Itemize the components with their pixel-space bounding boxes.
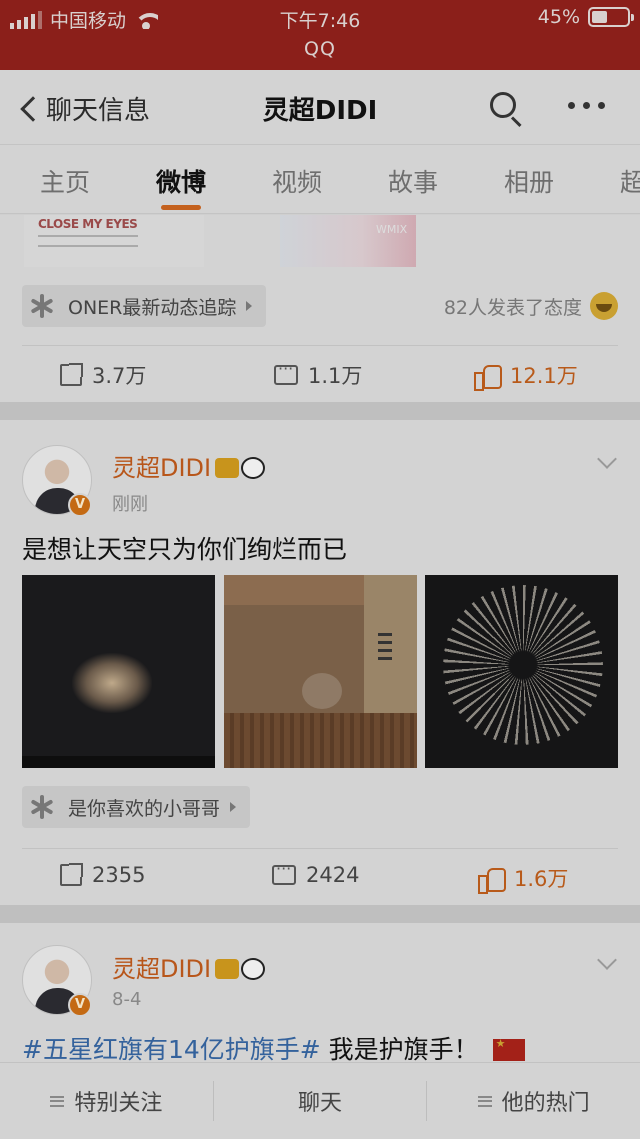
- china-flag-icon: [492, 1037, 525, 1061]
- post-card: V 灵超DIDI 刚刚 是想让天空只为你们绚烂而已 是你喜欢的小哥哥 2355 …: [0, 420, 640, 905]
- chevron-down-icon[interactable]: [597, 449, 617, 469]
- post-image[interactable]: [224, 575, 417, 768]
- like-button[interactable]: 12.1万: [474, 360, 578, 391]
- attitude-count[interactable]: 82人发表了态度: [444, 292, 618, 320]
- tab-weibo[interactable]: 微博: [156, 163, 206, 199]
- menu-icon: [477, 1095, 492, 1107]
- tab-home[interactable]: 主页: [40, 163, 90, 199]
- panda-icon: [241, 457, 266, 479]
- topic-tag[interactable]: 是你喜欢的小哥哥: [22, 786, 251, 828]
- special-follow-button[interactable]: 特别关注: [0, 1081, 214, 1121]
- verified-badge: V: [68, 993, 92, 1017]
- comment-icon: [274, 359, 298, 385]
- laughing-emoji-icon: [590, 292, 618, 320]
- page-title: 灵超DIDI: [262, 96, 378, 126]
- chat-button[interactable]: 聊天: [214, 1081, 428, 1121]
- share-icon: [60, 363, 83, 386]
- caret-right-icon: [246, 301, 253, 311]
- comment-icon: [272, 859, 296, 885]
- panda-icon: [241, 958, 266, 980]
- verified-badge: V: [68, 493, 92, 517]
- nav-bar: 聊天信息 灵超DIDI: [0, 70, 640, 144]
- menu-icon: [50, 1095, 65, 1107]
- status-bar: 中国移动 下午7:46 45% QQ: [0, 0, 640, 70]
- tab-story[interactable]: 故事: [388, 163, 438, 199]
- post-time: 8-4: [112, 989, 142, 1010]
- app-label: QQ: [304, 38, 336, 60]
- like-button[interactable]: 1.6万: [478, 863, 568, 894]
- post-image[interactable]: [425, 575, 618, 768]
- sparkle-icon: [30, 795, 54, 819]
- share-button[interactable]: 3.7万: [60, 360, 146, 390]
- post-author[interactable]: 灵超DIDI: [112, 448, 266, 483]
- comment-button[interactable]: 1.1万: [274, 359, 362, 390]
- bottom-bar: 特别关注 聊天 他的热门: [0, 1062, 640, 1139]
- battery-percent: 45%: [537, 6, 580, 28]
- share-icon: [60, 863, 83, 886]
- search-icon[interactable]: [490, 92, 524, 128]
- post-text: 是想让天空只为你们绚烂而已: [22, 535, 348, 564]
- sparkle-icon: [30, 294, 54, 318]
- crown-icon: [215, 959, 240, 979]
- tab-indicator: [161, 205, 201, 210]
- post-text: #五星红旗有14亿护旗手# 我是护旗手！: [22, 1030, 525, 1062]
- more-icon[interactable]: [568, 102, 605, 109]
- share-button[interactable]: 2355: [60, 863, 145, 887]
- chevron-down-icon[interactable]: [597, 950, 617, 970]
- profile-tabs: 主页 微博 视频 故事 相册 超: [0, 144, 640, 214]
- feed[interactable]: CLOSE MY EYES WMIX ONER最新动态追踪 82人发表了态度 3…: [0, 215, 640, 1062]
- post-actions: 3.7万 1.1万 12.1万: [0, 346, 640, 402]
- tab-video[interactable]: 视频: [272, 163, 322, 199]
- post-images: [0, 575, 640, 768]
- post-image[interactable]: WMIX: [280, 215, 416, 267]
- comment-button[interactable]: 2424: [272, 859, 359, 887]
- post-card: V 灵超DIDI 8-4 #五星红旗有14亿护旗手# 我是护旗手！: [0, 923, 640, 1062]
- battery-icon: [588, 7, 634, 27]
- hashtag-link[interactable]: #五星红旗有14亿护旗手#: [22, 1035, 321, 1062]
- topic-tag[interactable]: ONER最新动态追踪: [22, 285, 267, 327]
- tab-super[interactable]: 超: [620, 163, 640, 199]
- post-actions: 2355 2424 1.6万: [0, 849, 640, 905]
- thumbs-up-icon: [478, 866, 506, 894]
- post-image[interactable]: CLOSE MY EYES: [24, 215, 204, 267]
- post-time: 刚刚: [112, 494, 148, 515]
- crown-icon: [215, 458, 240, 478]
- thumbs-up-icon: [474, 363, 502, 391]
- post-author[interactable]: 灵超DIDI: [112, 949, 266, 984]
- caret-right-icon: [230, 802, 237, 812]
- his-popular-button[interactable]: 他的热门: [427, 1081, 640, 1121]
- tab-album[interactable]: 相册: [504, 163, 554, 199]
- post-card: CLOSE MY EYES WMIX ONER最新动态追踪 82人发表了态度 3…: [0, 215, 640, 402]
- post-image[interactable]: [22, 575, 215, 768]
